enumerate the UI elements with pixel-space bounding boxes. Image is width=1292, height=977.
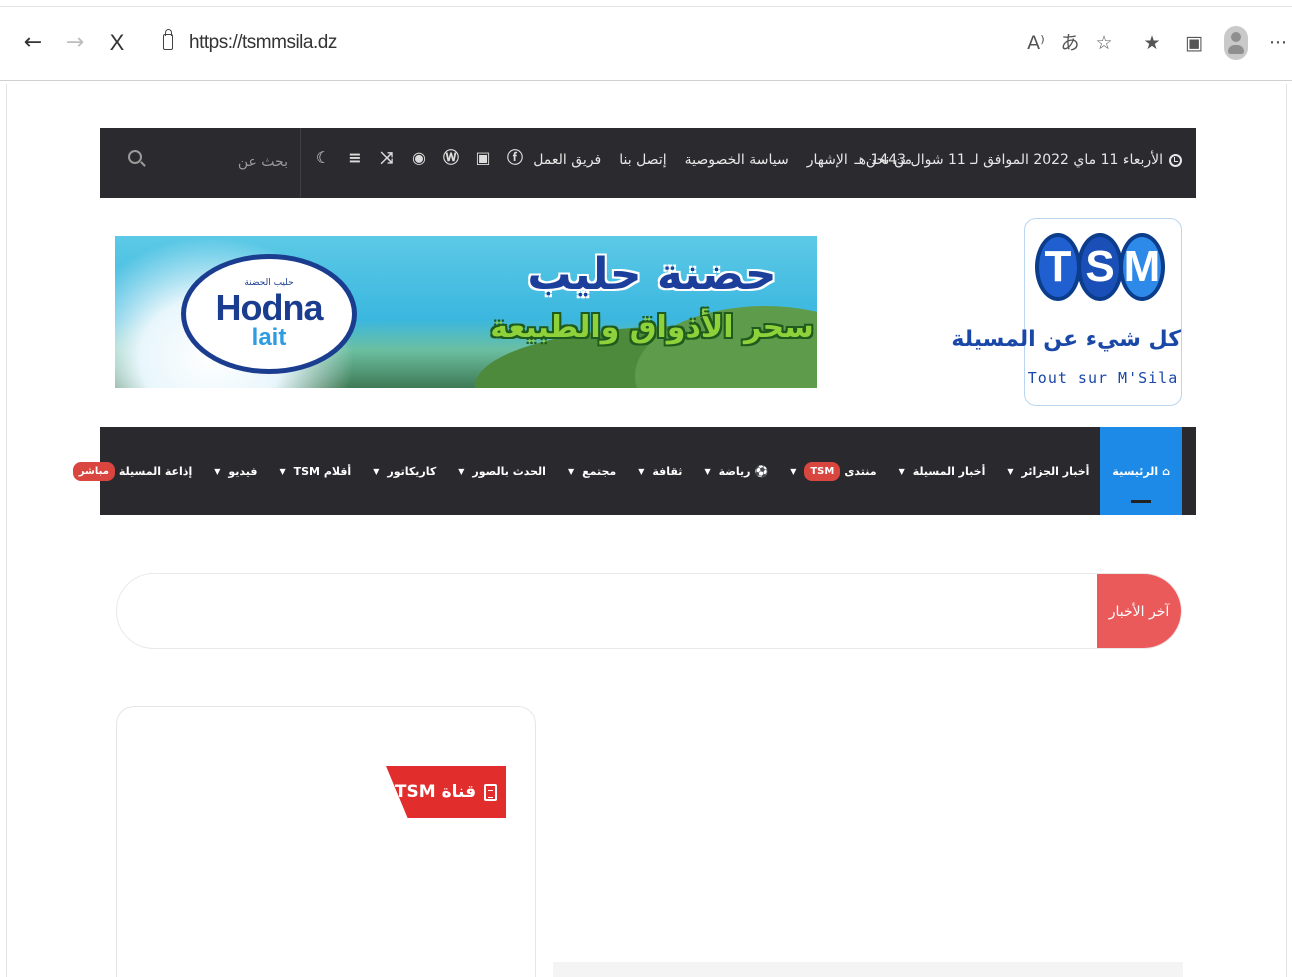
social-icons: ☾ ≡ ⤨ ◉ Ⓦ ▣ ⓕ: [314, 148, 524, 168]
url-text: https://tsmmsila.dz: [189, 32, 337, 53]
home-icon: ⌂: [1162, 464, 1170, 478]
collections-icon[interactable]: ▣: [1180, 28, 1208, 58]
banner-ad[interactable]: حليب الحضنة Hodna lait حضنة حليب سحر الأ…: [115, 236, 817, 388]
user-icon[interactable]: ◉: [410, 148, 428, 168]
facebook-icon[interactable]: ⓕ: [506, 148, 524, 168]
add-favorite-icon[interactable]: ☆: [1090, 28, 1118, 58]
profile-avatar-icon[interactable]: [1224, 26, 1248, 60]
nav-label: الرئيسية: [1112, 464, 1159, 478]
widget-title: قناة TSM: [394, 782, 477, 802]
chrome-divider: [0, 80, 1292, 81]
link-privacy[interactable]: سياسة الخصوصية: [685, 152, 789, 168]
brand-sub: lait: [251, 324, 287, 351]
nav-item-society[interactable]: مجتمع ▼: [557, 427, 627, 515]
address-bar[interactable]: https://tsmmsila.dz: [145, 22, 1045, 68]
nav-item-caricature[interactable]: كاريكاتور ▼: [362, 427, 447, 515]
chevron-down-icon: ▼: [567, 466, 575, 476]
nav-item-algeria-news[interactable]: أخبار الجزائر ▼: [996, 427, 1100, 515]
chevron-down-icon: ▼: [279, 466, 286, 476]
tsm-badge: TSM: [804, 461, 841, 481]
search-placeholder: بحث عن: [237, 154, 288, 170]
chevron-down-icon: ▼: [704, 466, 711, 476]
stop-loading-icon[interactable]: X: [104, 28, 130, 58]
tsm-channel-widget: [116, 706, 536, 977]
nav-item-tsm-pens[interactable]: أقلام TSM ▼: [268, 427, 362, 515]
link-advertising[interactable]: الإشهار: [807, 152, 848, 168]
chevron-down-icon: ▼: [638, 466, 645, 476]
clock-icon: [1169, 153, 1182, 167]
main-navigation: ⌂ الرئيسية أخبار الجزائر ▼ أخبار المسيلة…: [59, 427, 1196, 515]
nav-label: أخبار الجزائر: [1021, 464, 1090, 478]
logo-letter-m: M: [1119, 233, 1165, 301]
tab-strip-line: [0, 6, 1292, 7]
nav-label: كاريكاتور: [387, 464, 437, 478]
chevron-down-icon: ▼: [458, 466, 465, 476]
breaking-news-label: آخر الأخبار: [1097, 574, 1181, 648]
nav-label: أخبار المسيلة: [912, 464, 986, 478]
favorites-icon[interactable]: ★: [1138, 28, 1166, 58]
nav-item-home[interactable]: ⌂ الرئيسية: [1100, 427, 1182, 515]
nav-label: فيديو: [228, 464, 258, 478]
page-edge-right: [1286, 84, 1287, 977]
banner-title: حضنة حليب: [527, 249, 777, 300]
search-divider: [300, 128, 301, 198]
logo-letters: T S M: [1035, 233, 1173, 301]
random-article-icon[interactable]: ⤨: [378, 148, 396, 168]
youtube-icon[interactable]: ▣: [474, 148, 492, 168]
sidebar-menu-icon[interactable]: ≡: [346, 148, 364, 168]
soccer-ball-icon: ⚽: [754, 464, 769, 478]
nav-item-culture[interactable]: ثقافة ▼: [627, 427, 693, 515]
logo-tagline-arabic: كل شيء عن المسيلة: [951, 327, 1181, 352]
chevron-down-icon: ▼: [58, 466, 65, 476]
search-icon[interactable]: [128, 150, 142, 164]
chevron-down-icon: ▼: [898, 466, 905, 476]
page-edge-left: [6, 84, 7, 977]
link-contact[interactable]: إتصل بنا: [619, 152, 666, 168]
back-arrow-icon[interactable]: ←: [20, 28, 46, 58]
lock-icon: [163, 29, 173, 50]
browser-chrome: ← → X https://tsmmsila.dz A⁾ あ ☆ ★ ▣ ···: [0, 0, 1292, 84]
breaking-news-bar: آخر الأخبار: [116, 573, 1182, 649]
nav-item-msila-radio[interactable]: إذاعة المسيلة مباشر ▼: [48, 427, 204, 515]
wordpress-icon[interactable]: Ⓦ: [442, 148, 460, 168]
chevron-down-icon: ▼: [373, 466, 380, 476]
logo-letter-t: T: [1035, 233, 1081, 301]
nav-item-msila-news[interactable]: أخبار المسيلة ▼: [888, 427, 997, 515]
top-links: من نحن الإشهار سياسة الخصوصية إتصل بنا ف…: [533, 152, 912, 168]
nav-label: منتدى: [844, 464, 877, 478]
translate-icon[interactable]: あ: [1056, 28, 1084, 58]
chevron-down-icon: ▼: [214, 466, 221, 476]
logo-letter-s: S: [1077, 233, 1123, 301]
nav-label: ثقافة: [652, 464, 683, 478]
banner-subtitle: سحر الأذواق والطبيعة: [490, 310, 814, 345]
nav-label: الحدث بالصور: [472, 464, 546, 478]
content-placeholder: [553, 962, 1183, 977]
logo-tagline-french: Tout sur M'Sila: [1027, 369, 1179, 387]
live-badge: مباشر: [72, 461, 115, 481]
nav-label: مجتمع: [582, 464, 617, 478]
dark-mode-icon[interactable]: ☾: [314, 148, 332, 168]
chevron-down-icon: ▼: [790, 466, 797, 476]
nav-item-sports[interactable]: ⚽ رياضة ▼: [693, 427, 779, 515]
site-logo[interactable]: T S M كل شيء عن المسيلة Tout sur M'Sila: [951, 218, 1182, 406]
chevron-down-icon: ▼: [1007, 466, 1014, 476]
read-aloud-icon[interactable]: A⁾: [1022, 28, 1050, 58]
nav-label: أقلام TSM: [293, 464, 352, 478]
nav-label: إذاعة المسيلة: [118, 464, 193, 478]
brand-name: Hodna: [215, 287, 324, 328]
nav-item-video[interactable]: فيديو ▼: [203, 427, 268, 515]
link-about[interactable]: من نحن: [866, 152, 912, 168]
top-bar: الأربعاء 11 ماي 2022 الموافق لـ 11 شوال …: [100, 128, 1196, 198]
nav-items: ⌂ الرئيسية أخبار الجزائر ▼ أخبار المسيلة…: [48, 427, 1182, 515]
nav-item-forum[interactable]: منتدى TSM ▼: [779, 427, 887, 515]
nav-item-photo-news[interactable]: الحدث بالصور ▼: [447, 427, 557, 515]
document-icon: [484, 783, 498, 801]
search-input[interactable]: بحث عن: [100, 128, 300, 198]
nav-label: رياضة: [718, 464, 751, 478]
link-team[interactable]: فريق العمل: [533, 152, 601, 168]
hodna-lait-logo: حليب الحضنة Hodna lait: [181, 254, 357, 374]
forward-arrow-icon[interactable]: →: [62, 28, 88, 58]
more-menu-icon[interactable]: ···: [1266, 28, 1290, 58]
